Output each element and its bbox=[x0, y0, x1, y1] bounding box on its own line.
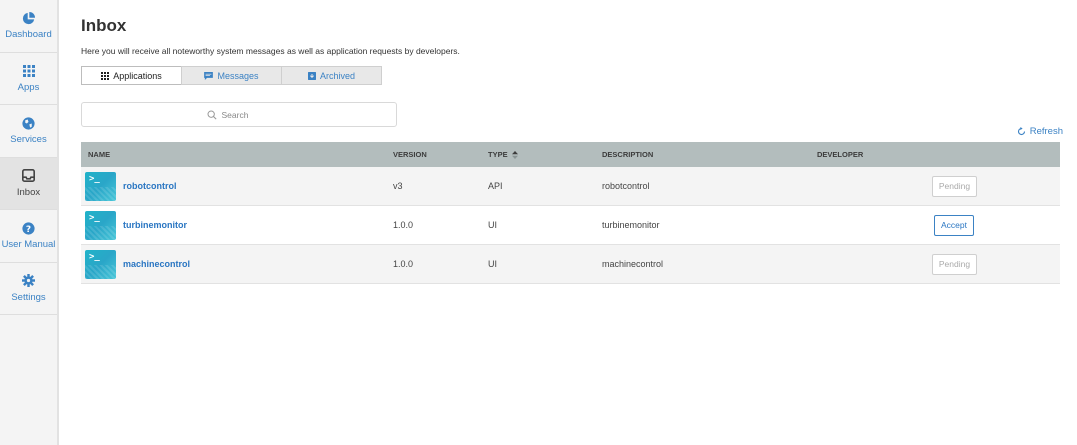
svg-text:?: ? bbox=[26, 225, 31, 235]
column-header-type-label: TYPE bbox=[488, 150, 508, 159]
refresh-label: Refresh bbox=[1029, 126, 1063, 137]
column-header-description[interactable]: DESCRIPTION bbox=[602, 150, 653, 159]
type-cell: UI bbox=[488, 220, 497, 230]
accept-button[interactable]: Accept bbox=[934, 214, 974, 236]
pending-button: Pending bbox=[932, 253, 977, 275]
refresh-icon bbox=[1017, 127, 1026, 136]
sidebar-item-label: User Manual bbox=[1, 239, 56, 251]
sidebar-item-user-manual[interactable]: ? User Manual bbox=[0, 210, 57, 263]
table-row: >_ machinecontrol 1.0.0 UI machinecontro… bbox=[81, 245, 1060, 284]
applications-table: NAME VERSION TYPE DESCRIPTION DEVELOPER … bbox=[81, 142, 1060, 284]
type-cell: UI bbox=[488, 259, 497, 269]
tab-label: Applications bbox=[113, 70, 162, 81]
table-row: >_ turbinemonitor 1.0.0 UI turbinemonito… bbox=[81, 206, 1060, 245]
main-content: Inbox Here you will receive all notewort… bbox=[61, 0, 1077, 445]
column-header-type[interactable]: TYPE bbox=[488, 150, 518, 159]
pie-chart-icon bbox=[22, 11, 36, 25]
column-header-version[interactable]: VERSION bbox=[393, 150, 427, 159]
sidebar-item-inbox[interactable]: Inbox bbox=[0, 157, 57, 210]
description-cell: robotcontrol bbox=[602, 181, 650, 191]
version-cell: v3 bbox=[393, 181, 403, 191]
message-icon bbox=[204, 71, 214, 80]
page-title: Inbox bbox=[81, 16, 127, 35]
column-header-name[interactable]: NAME bbox=[88, 150, 110, 159]
tab-archived[interactable]: Archived bbox=[281, 66, 382, 85]
app-terminal-icon: >_ bbox=[85, 171, 116, 201]
search-box[interactable] bbox=[81, 102, 397, 127]
search-input[interactable] bbox=[221, 109, 272, 120]
sidebar: Dashboard Apps Services Inbox ? User Man… bbox=[0, 0, 59, 445]
app-terminal-icon: >_ bbox=[85, 249, 116, 279]
app-name-link[interactable]: machinecontrol bbox=[123, 259, 190, 269]
tab-label: Archived bbox=[319, 70, 355, 81]
tab-bar: Applications Messages Archived bbox=[81, 66, 382, 85]
page-description: Here you will receive all noteworthy sys… bbox=[81, 46, 460, 56]
sidebar-item-label: Dashboard bbox=[5, 29, 52, 41]
grid-icon bbox=[101, 71, 110, 80]
sidebar-item-label: Apps bbox=[17, 81, 40, 93]
description-cell: machinecontrol bbox=[602, 259, 664, 269]
version-cell: 1.0.0 bbox=[393, 220, 414, 230]
tab-label: Messages bbox=[217, 70, 259, 81]
type-cell: API bbox=[488, 181, 503, 191]
tab-messages[interactable]: Messages bbox=[181, 66, 282, 85]
sidebar-item-label: Inbox bbox=[16, 186, 41, 198]
version-cell: 1.0.0 bbox=[393, 259, 414, 269]
sort-icon bbox=[511, 150, 518, 159]
app-name-link[interactable]: robotcontrol bbox=[123, 181, 177, 191]
globe-icon bbox=[22, 116, 36, 130]
sidebar-item-apps[interactable]: Apps bbox=[0, 53, 57, 105]
sidebar-item-settings[interactable]: Settings bbox=[0, 263, 57, 315]
sidebar-item-dashboard[interactable]: Dashboard bbox=[0, 0, 57, 53]
inbox-icon bbox=[22, 169, 36, 183]
search-icon bbox=[207, 110, 217, 120]
gear-icon bbox=[22, 274, 36, 288]
description-cell: turbinemonitor bbox=[602, 220, 660, 230]
pending-button: Pending bbox=[932, 175, 977, 197]
archive-icon bbox=[307, 71, 316, 80]
grid-icon bbox=[22, 64, 36, 78]
table-row: >_ robotcontrol v3 API robotcontrol Pend… bbox=[81, 167, 1060, 206]
question-icon: ? bbox=[22, 221, 36, 235]
sidebar-item-services[interactable]: Services bbox=[0, 105, 57, 158]
table-header: NAME VERSION TYPE DESCRIPTION DEVELOPER bbox=[81, 142, 1060, 167]
app-terminal-icon: >_ bbox=[85, 210, 116, 240]
refresh-button[interactable]: Refresh bbox=[1017, 126, 1063, 137]
app-name-link[interactable]: turbinemonitor bbox=[123, 220, 187, 230]
sidebar-item-label: Settings bbox=[11, 291, 46, 303]
sidebar-item-label: Services bbox=[10, 134, 47, 146]
column-header-developer[interactable]: DEVELOPER bbox=[817, 150, 863, 159]
tab-applications[interactable]: Applications bbox=[81, 66, 182, 85]
